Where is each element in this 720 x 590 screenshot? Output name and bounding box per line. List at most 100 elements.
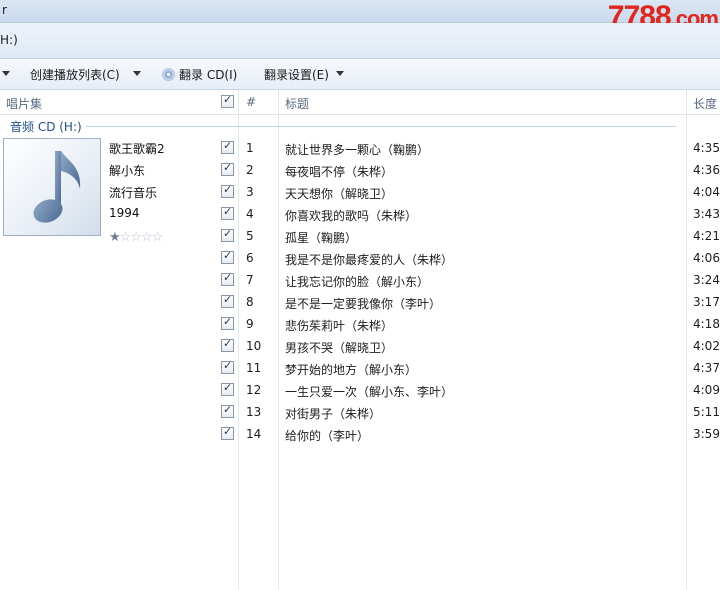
track-title: 一生只爱一次（解小东、李叶）: [285, 385, 454, 399]
track-number: 7: [246, 273, 254, 287]
track-length: 4:09: [693, 383, 720, 397]
star-icon: ☆: [140, 230, 153, 245]
table-row[interactable]: 10 男孩不哭（解晓卫） 4:02: [240, 336, 720, 358]
track-checkbox[interactable]: [221, 337, 234, 352]
track-length: 4:37: [693, 361, 720, 375]
table-row[interactable]: 3 天天想你（解晓卫） 4:04: [240, 182, 720, 204]
address-bar: H:): [0, 23, 720, 59]
album-year[interactable]: 1994: [109, 206, 140, 220]
track-title: 每夜唱不停（朱桦）: [285, 165, 394, 179]
track-checkbox[interactable]: [221, 381, 234, 396]
track-length: 3:24: [693, 273, 720, 287]
track-checkbox[interactable]: [221, 161, 234, 176]
album-genre[interactable]: 流行音乐: [109, 184, 157, 201]
track-length: 4:18: [693, 317, 720, 331]
chevron-down-icon: [336, 71, 344, 76]
track-length: 3:43: [693, 207, 720, 221]
track-number: 5: [246, 229, 254, 243]
track-number: 1: [246, 141, 254, 155]
star-icon: ★: [109, 230, 121, 245]
track-checkbox[interactable]: [221, 205, 234, 220]
table-row[interactable]: 2 每夜唱不停（朱桦） 4:36: [240, 160, 720, 182]
chevron-down-icon[interactable]: [2, 66, 10, 80]
window-title: r: [2, 3, 7, 17]
track-title: 我是不是你最疼爱的人（朱桦）: [285, 253, 454, 267]
column-number[interactable]: #: [246, 95, 256, 109]
create-playlist-dropdown[interactable]: [133, 66, 141, 80]
track-checkbox[interactable]: [221, 183, 234, 198]
track-title: 是不是一定要我像你（李叶）: [285, 297, 442, 311]
track-title: 孤星（鞠鹏）: [285, 231, 358, 245]
track-number: 2: [246, 163, 254, 177]
select-all-checkbox[interactable]: [221, 93, 234, 108]
table-row[interactable]: 4 你喜欢我的歌吗（朱桦） 3:43: [240, 204, 720, 226]
star-icon: ☆: [151, 230, 164, 245]
track-length: 4:35: [693, 141, 720, 155]
table-row[interactable]: 9 悲伤茱莉叶（朱桦） 4:18: [240, 314, 720, 336]
chevron-down-icon: [133, 71, 141, 76]
column-divider: [238, 90, 239, 590]
table-row[interactable]: 14 给你的（李叶） 3:59: [240, 424, 720, 446]
track-title: 悲伤茱莉叶（朱桦）: [285, 319, 394, 333]
track-title: 就让世界多一颗心（鞠鹏）: [285, 143, 430, 157]
track-checkbox[interactable]: [221, 271, 234, 286]
track-length: 3:17: [693, 295, 720, 309]
track-number: 11: [246, 361, 262, 375]
track-title: 男孩不哭（解晓卫）: [285, 341, 394, 355]
table-row[interactable]: 12 一生只爱一次（解小东、李叶） 4:09: [240, 380, 720, 402]
create-playlist-button[interactable]: 创建播放列表(C): [30, 66, 120, 83]
table-row[interactable]: 1 就让世界多一颗心（鞠鹏） 4:35: [240, 138, 720, 160]
track-number: 14: [246, 427, 262, 441]
table-row[interactable]: 6 我是不是你最疼爱的人（朱桦） 4:06: [240, 248, 720, 270]
track-checkbox[interactable]: [221, 293, 234, 308]
column-header: 唱片集 # 标题 长度: [0, 90, 720, 115]
track-checkbox[interactable]: [221, 227, 234, 242]
toolbar: 创建播放列表(C) 翻录 CD(I) 翻录设置(E): [0, 59, 720, 90]
table-row[interactable]: 7 让我忘记你的脸（解小东） 3:24: [240, 270, 720, 292]
track-title: 天天想你（解晓卫）: [285, 187, 394, 201]
track-length: 4:02: [693, 339, 720, 353]
track-title: 对街男子（朱桦）: [285, 407, 382, 421]
track-checkbox[interactable]: [221, 403, 234, 418]
track-number: 9: [246, 317, 254, 331]
track-checkbox[interactable]: [221, 139, 234, 154]
table-row[interactable]: 5 孤星（鞠鹏） 4:21: [240, 226, 720, 248]
rip-settings-button[interactable]: 翻录设置(E): [264, 66, 329, 83]
column-album[interactable]: 唱片集: [6, 95, 42, 112]
track-number: 3: [246, 185, 254, 199]
track-length: 4:21: [693, 229, 720, 243]
star-icon: ☆: [130, 230, 142, 245]
rip-cd-button[interactable]: 翻录 CD(I): [162, 66, 237, 83]
track-checkbox[interactable]: [221, 315, 234, 330]
track-checkbox[interactable]: [221, 425, 234, 440]
track-length: 4:06: [693, 251, 720, 265]
column-length[interactable]: 长度: [693, 95, 717, 112]
album-art[interactable]: [3, 138, 101, 236]
track-title: 你喜欢我的歌吗（朱桦）: [285, 209, 418, 223]
track-title: 梦开始的地方（解小东）: [285, 363, 418, 377]
column-title[interactable]: 标题: [285, 95, 309, 112]
track-length: 3:59: [693, 427, 720, 441]
album-name[interactable]: 歌王歌霸2: [109, 140, 165, 157]
group-divider: [86, 126, 676, 127]
track-number: 6: [246, 251, 254, 265]
track-length: 4:36: [693, 163, 720, 177]
table-row[interactable]: 13 对街男子（朱桦） 5:11: [240, 402, 720, 424]
track-checkbox[interactable]: [221, 359, 234, 374]
album-rating[interactable]: ★☆☆☆☆: [109, 230, 164, 245]
music-note-icon: [33, 151, 81, 223]
table-row[interactable]: 8 是不是一定要我像你（李叶） 3:17: [240, 292, 720, 314]
rip-settings-dropdown[interactable]: [336, 66, 344, 80]
track-number: 12: [246, 383, 262, 397]
table-row[interactable]: 11 梦开始的地方（解小东） 4:37: [240, 358, 720, 380]
star-icon: ☆: [119, 230, 132, 245]
track-checkbox[interactable]: [221, 249, 234, 264]
track-length: 5:11: [693, 405, 720, 419]
track-title: 给你的（李叶）: [285, 429, 370, 443]
title-bar: r 7788.com: [0, 0, 720, 33]
track-number: 8: [246, 295, 254, 309]
address-path[interactable]: H:): [0, 33, 18, 47]
group-label: 音频 CD (H:): [10, 120, 82, 134]
album-artist[interactable]: 解小东: [109, 162, 145, 179]
cd-icon: [162, 68, 175, 81]
